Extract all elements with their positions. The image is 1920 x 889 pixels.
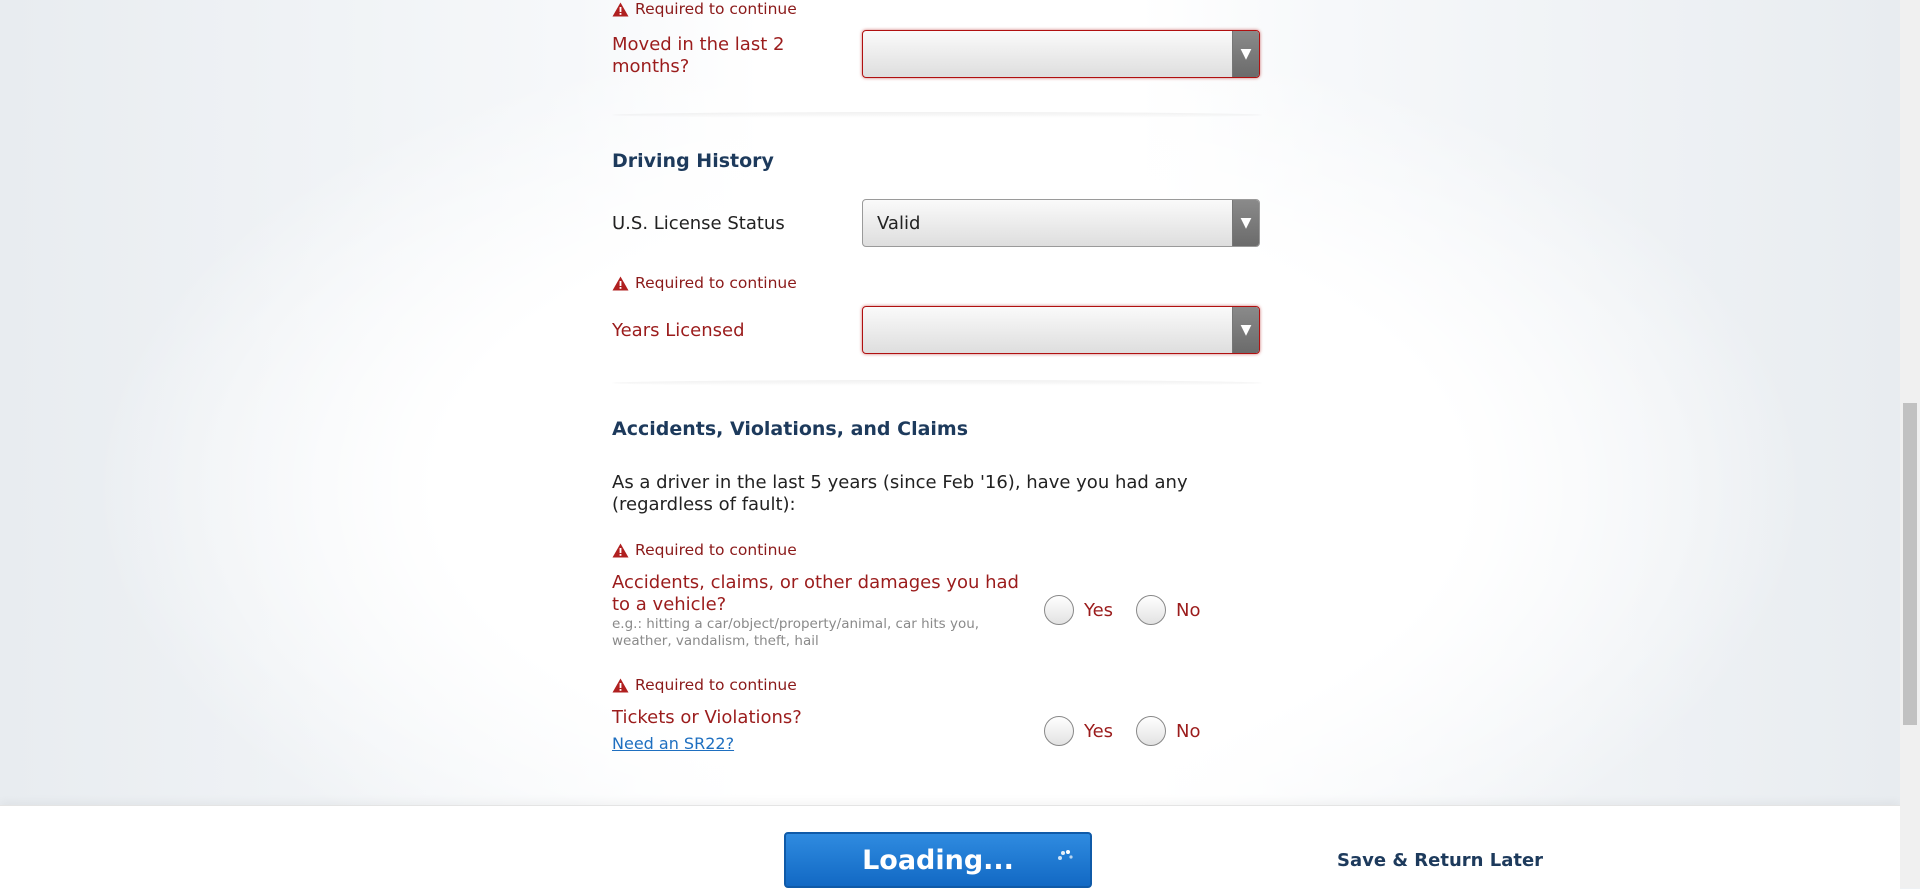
save-return-later-link[interactable]: Save & Return Later [1337, 850, 1543, 871]
accidents-no-label[interactable]: No [1176, 600, 1200, 621]
spinner-icon [1058, 850, 1073, 860]
accidents-error: Required to continue [612, 541, 797, 559]
tickets-label: Tickets or Violations? [612, 707, 802, 728]
moved-label: Moved in the last 2 months? [612, 34, 785, 77]
chevron-down-icon: ▼ [1232, 31, 1259, 77]
avc-intro: As a driver in the last 5 years (since F… [612, 472, 1188, 515]
accidents-yes-option[interactable]: Yes [1044, 595, 1113, 625]
tickets-yes-option[interactable]: Yes [1044, 716, 1113, 746]
warning-icon [612, 276, 629, 290]
avc-heading: Accidents, Violations, and Claims [612, 418, 969, 440]
section-divider [612, 112, 1262, 118]
moved-error-text: Required to continue [635, 0, 797, 18]
driving-history-heading: Driving History [612, 150, 774, 172]
tickets-error: Required to continue [612, 676, 797, 694]
scrollbar[interactable] [1900, 0, 1920, 888]
warning-icon [612, 543, 629, 557]
accidents-no-option[interactable]: No [1136, 595, 1200, 625]
moved-error: Required to continue [612, 0, 797, 18]
chevron-down-icon: ▼ [1232, 200, 1259, 246]
accidents-yes-radio[interactable] [1044, 595, 1074, 625]
warning-icon [612, 2, 629, 16]
accidents-label: Accidents, claims, or other damages you … [612, 572, 1019, 615]
accidents-hint: e.g.: hitting a car/object/property/anim… [612, 616, 980, 649]
years-licensed-label: Years Licensed [612, 320, 745, 341]
accidents-no-radio[interactable] [1136, 595, 1166, 625]
accidents-error-text: Required to continue [635, 541, 797, 559]
warning-icon [612, 678, 629, 692]
tickets-no-radio[interactable] [1136, 716, 1166, 746]
tickets-error-text: Required to continue [635, 676, 797, 694]
years-error: Required to continue [612, 274, 797, 292]
chevron-down-icon: ▼ [1232, 307, 1259, 353]
years-licensed-select[interactable]: ▼ [862, 306, 1260, 354]
tickets-no-option[interactable]: No [1136, 716, 1200, 746]
moved-select[interactable]: ▼ [862, 30, 1260, 78]
tickets-yes-label[interactable]: Yes [1084, 721, 1113, 742]
license-status-value: Valid [877, 213, 921, 234]
sr22-link[interactable]: Need an SR22? [612, 734, 734, 753]
accidents-yes-label[interactable]: Yes [1084, 600, 1113, 621]
continue-button[interactable]: Loading... [784, 832, 1092, 888]
years-error-text: Required to continue [635, 274, 797, 292]
tickets-no-label[interactable]: No [1176, 721, 1200, 742]
page-background [0, 0, 1900, 888]
tickets-yes-radio[interactable] [1044, 716, 1074, 746]
license-status-select[interactable]: Valid ▼ [862, 199, 1260, 247]
section-divider [612, 380, 1262, 386]
continue-button-label: Loading... [862, 844, 1014, 876]
license-status-label: U.S. License Status [612, 213, 785, 234]
scrollbar-thumb[interactable] [1903, 403, 1917, 725]
